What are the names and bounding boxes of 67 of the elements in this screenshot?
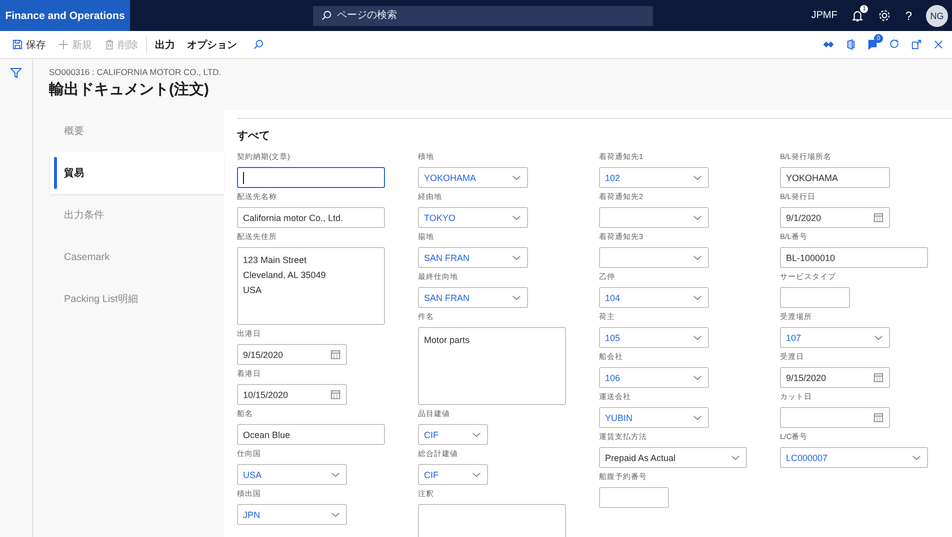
- user-avatar[interactable]: NG: [926, 4, 948, 26]
- plus-icon: [58, 39, 69, 50]
- text-cursor: [243, 172, 244, 184]
- section-title: すべて: [237, 118, 952, 152]
- bell-icon: [851, 9, 864, 22]
- save-icon: [12, 39, 23, 50]
- link-icon: [823, 39, 834, 50]
- dropdown[interactable]: 102: [599, 167, 709, 188]
- date-field[interactable]: [780, 407, 890, 428]
- help-icon[interactable]: ?: [905, 8, 912, 22]
- text-field[interactable]: [599, 487, 669, 508]
- filter-icon: [10, 67, 22, 79]
- text-field[interactable]: [237, 167, 385, 188]
- refresh-icon: [889, 39, 900, 50]
- close-icon: [933, 39, 944, 50]
- dropdown[interactable]: CIF: [418, 424, 488, 445]
- dropdown[interactable]: TOKYO: [418, 207, 528, 228]
- text-field[interactable]: Ocean Blue: [237, 424, 385, 445]
- text-field[interactable]: California motor Co., Ltd.: [237, 207, 385, 228]
- search-field[interactable]: ページの検索: [313, 6, 653, 26]
- vertical-tab[interactable]: 概要: [50, 110, 224, 152]
- dropdown[interactable]: [599, 207, 709, 228]
- calendar-icon: [873, 412, 884, 423]
- calendar-icon: [873, 372, 884, 383]
- app-title[interactable]: Finance and Operations: [0, 0, 130, 31]
- settings-icon: [878, 9, 892, 22]
- dropdown[interactable]: 104: [599, 287, 709, 308]
- toolbar-button[interactable]: 保存: [6, 32, 52, 56]
- date-field[interactable]: 10/15/2020: [237, 384, 347, 405]
- record-caption: SO000316 : CALIFORNIA MOTOR CO., LTD.: [49, 67, 222, 77]
- vertical-tab[interactable]: Casemark: [50, 236, 224, 278]
- popout-icon: [911, 39, 922, 50]
- company-label[interactable]: JPMF: [811, 10, 838, 21]
- dropdown[interactable]: 106: [599, 367, 709, 388]
- search-icon: [321, 10, 332, 20]
- calendar-icon: [873, 212, 884, 223]
- vertical-tab[interactable]: 貿易: [50, 152, 224, 194]
- text-area[interactable]: 123 Main Street Cleveland, AL 35049 USA: [237, 247, 385, 325]
- dropdown[interactable]: SAN FRAN: [418, 287, 528, 308]
- calendar-icon: [330, 389, 341, 400]
- page-title: 輸出ドキュメント(注文): [49, 80, 210, 99]
- date-field[interactable]: 9/1/2020: [780, 207, 890, 228]
- dropdown[interactable]: 107: [780, 327, 890, 348]
- dropdown[interactable]: YUBIN: [599, 407, 709, 428]
- toolbar-button[interactable]: 出力: [149, 32, 181, 56]
- text-field[interactable]: [780, 287, 850, 308]
- text-field[interactable]: YOKOHAMA: [780, 167, 890, 188]
- dropdown[interactable]: LC000007: [780, 447, 928, 468]
- date-field[interactable]: 9/15/2020: [237, 344, 347, 365]
- dropdown[interactable]: USA: [237, 464, 347, 485]
- dropdown[interactable]: [599, 247, 709, 268]
- vertical-tab[interactable]: Packing List明細: [50, 278, 224, 320]
- dropdown[interactable]: CIF: [418, 464, 488, 485]
- chat-icon: [867, 39, 878, 50]
- text-area[interactable]: Motor parts: [418, 327, 566, 405]
- vertical-tab[interactable]: 出力条件: [50, 194, 224, 236]
- date-field[interactable]: 9/15/2020: [780, 367, 890, 388]
- toolbar-button[interactable]: オプション: [181, 32, 243, 56]
- dropdown[interactable]: YOKOHAMA: [418, 167, 528, 188]
- trash-icon: [104, 39, 115, 50]
- dropdown[interactable]: SAN FRAN: [418, 247, 528, 268]
- search-icon: [253, 39, 264, 50]
- dropdown[interactable]: 105: [599, 327, 709, 348]
- dropdown[interactable]: JPN: [237, 504, 347, 525]
- calendar-icon: [330, 349, 341, 360]
- text-field[interactable]: BL-1000010: [780, 247, 928, 268]
- dropdown[interactable]: Prepaid As Actual: [599, 447, 747, 468]
